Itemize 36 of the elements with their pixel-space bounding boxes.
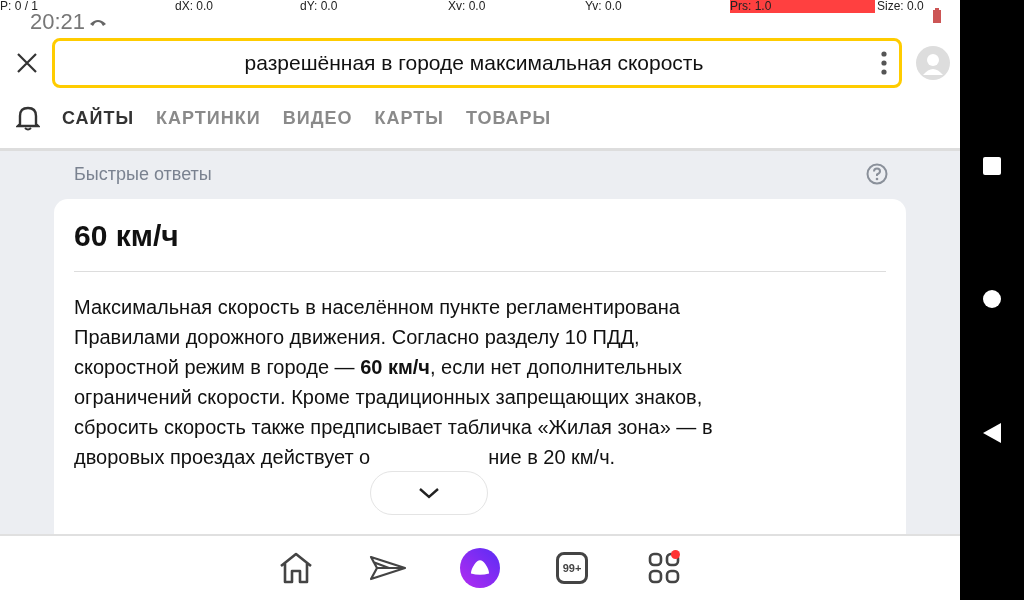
grid-icon xyxy=(648,552,680,584)
status-time: 20:21 xyxy=(30,13,86,30)
answer-text-line: ние в 20 км/ч. xyxy=(488,445,616,470)
search-tab[interactable]: КАРТИНКИ xyxy=(156,107,261,129)
search-tab[interactable]: САЙТЫ xyxy=(62,107,135,129)
answer-title: 60 км/ч xyxy=(74,219,886,272)
paper-plane-icon xyxy=(369,553,407,583)
debug-readout: Prs: 1.0 xyxy=(730,0,875,13)
debug-readout: Xv: 0.0 xyxy=(448,0,486,13)
search-field[interactable]: разрешённая в городе максимальная скорость xyxy=(52,38,902,88)
answer-text-line: ограничений скорости. Кроме традиционных запрещающих знаков, xyxy=(74,385,704,410)
answer-text-line: скоростной режим в городе — 60 км/ч, если нет дополнительных xyxy=(74,355,683,380)
answer-text-line: Правилами дорожного движения. Согласно разделу 10 ПДД, xyxy=(74,325,641,350)
search-tab[interactable]: КАРТЫ xyxy=(374,107,444,129)
assistant-icon xyxy=(460,546,500,590)
assistant-button[interactable] xyxy=(460,548,500,588)
answer-text-line: дворовых проездах действует о xyxy=(74,445,371,470)
debug-readout: P: 0 / 1 xyxy=(0,0,39,13)
home-circle-icon[interactable] xyxy=(982,289,1002,309)
close-icon[interactable] xyxy=(16,52,38,74)
search-tab[interactable]: ТОВАРЫ xyxy=(465,107,552,129)
battery-icon xyxy=(932,8,942,24)
search-tab[interactable]: ВИДЕО xyxy=(282,107,353,129)
debug-readout: Size: 0.0 xyxy=(877,0,924,13)
debug-readout: dX: 0.0 xyxy=(175,0,214,13)
answer-text-line: Максимальная скорость в населённом пункте регламентирована xyxy=(74,295,681,320)
home-icon xyxy=(278,551,314,585)
back-icon[interactable] xyxy=(983,423,1001,443)
debug-readout: Yv: 0.0 xyxy=(585,0,622,13)
debug-readout: dY: 0.0 xyxy=(300,0,338,13)
chevron-down-icon xyxy=(418,487,440,499)
more-icon[interactable] xyxy=(881,51,887,75)
answer-text-line: сбросить скорость также предписывает табличка «Жилая зона» — в xyxy=(74,415,714,440)
help-icon[interactable] xyxy=(866,163,888,185)
section-heading: Быстрые ответы xyxy=(74,163,212,185)
bell-icon[interactable] xyxy=(16,105,40,131)
